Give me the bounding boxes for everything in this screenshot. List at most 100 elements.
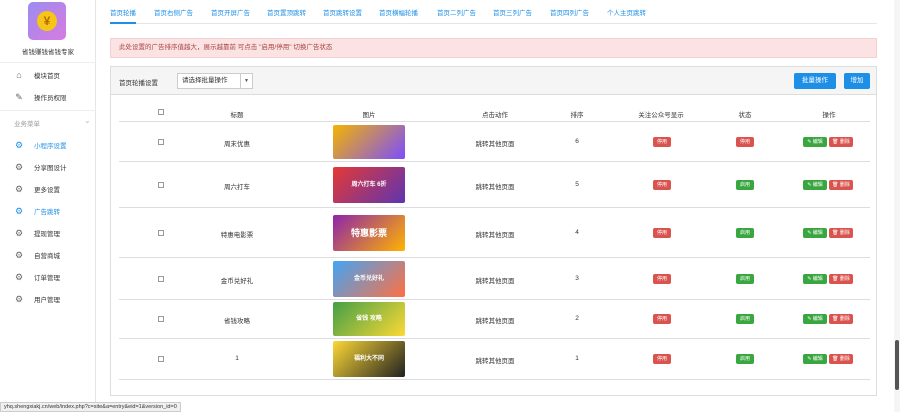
divider (0, 62, 96, 63)
tab-10[interactable]: 个人主页跳转 (607, 7, 646, 17)
sidebar-item-label: 广告跳转 (34, 208, 60, 216)
row-action: 跳转其他页面 (475, 231, 515, 239)
row-action: 跳转其他页面 (475, 318, 515, 325)
carousel-panel: 首页轮播设置 请选择批量操作 ▼ 批量操作 增加 标题 图片 点击动作 排序 关… (110, 66, 877, 396)
delete-button[interactable]: 🗑 删除 (829, 227, 853, 238)
sidebar-item-permissions[interactable]: ✎ 操作员权限 (0, 86, 96, 107)
row-sort: 2 (575, 315, 579, 322)
select-all-checkbox[interactable] (158, 109, 164, 115)
status-toggle-button[interactable]: 启用 (736, 227, 754, 238)
sidebar-item-8[interactable]: ⚙ 用户管理 (0, 288, 96, 309)
row-sort: 5 (575, 180, 579, 188)
gear-icon: ⚙ (14, 205, 24, 216)
panel-title: 首页轮播设置 (119, 80, 158, 87)
follow-toggle-button[interactable]: 停用 (653, 137, 671, 147)
status-toggle-button[interactable]: 启用 (736, 179, 754, 190)
banner-image: 周六打车 6折 (333, 166, 405, 203)
sidebar-item-label: 小程序设置 (34, 142, 67, 150)
row-title: 1 (235, 355, 239, 362)
sidebar-item-label: 自营商城 (34, 252, 60, 260)
status-toggle-button[interactable]: 启用 (736, 314, 754, 324)
sidebar-item-label: 更多设置 (34, 186, 60, 194)
col-header-follow: 关注公众号显示 (638, 112, 684, 119)
delete-button[interactable]: 🗑 删除 (829, 273, 853, 284)
col-header-sort: 排序 (570, 112, 584, 119)
follow-toggle-button[interactable]: 停用 (653, 273, 671, 284)
section-label: 业务菜单 (14, 121, 40, 128)
edit-icon: ✎ (15, 91, 23, 102)
row-checkbox[interactable] (158, 316, 164, 322)
sidebar-item-1[interactable]: ⚙ 小程序设置 (0, 134, 96, 155)
row-title: 金币兑好礼 (220, 277, 254, 285)
status-toggle-button[interactable]: 停用 (736, 137, 754, 147)
col-header-title: 标题 (230, 112, 244, 119)
tab-2[interactable]: 首页右侧广告 (154, 7, 193, 17)
home-icon: ⌂ (16, 69, 22, 80)
row-checkbox[interactable] (158, 275, 164, 282)
sidebar-item-2[interactable]: ⚙ 分享图设计 (0, 156, 96, 177)
delete-button[interactable]: 🗑 删除 (829, 354, 853, 364)
brand-name: 省钱赚钱省钱专家 (22, 49, 74, 56)
edit-button[interactable]: ✎ 编辑 (803, 179, 827, 190)
sidebar-item-label: 操作员权限 (34, 94, 67, 102)
row-checkbox[interactable] (158, 139, 164, 145)
row-action: 跳转其他页面 (475, 141, 515, 148)
banner-image: 特惠影票 (333, 214, 405, 251)
follow-toggle-button[interactable]: 停用 (653, 314, 671, 324)
delete-button[interactable]: 🗑 删除 (829, 179, 853, 190)
edit-button[interactable]: ✎ 编辑 (803, 227, 827, 238)
status-toggle-button[interactable]: 启用 (736, 273, 754, 284)
sidebar-item-5[interactable]: ⚙ 提现管理 (0, 222, 96, 243)
sidebar-item-3[interactable]: ⚙ 更多设置 (0, 178, 96, 199)
col-header-operations: 操作 (822, 112, 836, 119)
sidebar-item-6[interactable]: ⚙ 自营商城 (0, 244, 96, 265)
row-divider (119, 338, 870, 339)
add-button[interactable]: 增加 (844, 73, 870, 89)
chevron-down-icon: ▼ (240, 74, 252, 88)
divider (0, 110, 96, 111)
row-title: 省钱攻略 (224, 318, 250, 325)
gear-icon: ⚙ (14, 183, 24, 194)
banner-image: 福利大不同 (333, 341, 405, 377)
follow-toggle-button[interactable]: 停用 (653, 179, 671, 190)
status-toggle-button[interactable]: 启用 (736, 354, 754, 364)
row-title: 周末优惠 (224, 141, 250, 148)
tab-5[interactable]: 首页跳转设置 (323, 7, 362, 17)
chevron-down-icon[interactable]: ⌄ (84, 116, 91, 125)
follow-toggle-button[interactable]: 停用 (653, 354, 671, 364)
edit-button[interactable]: ✎ 编辑 (803, 354, 827, 364)
row-checkbox[interactable] (158, 356, 164, 362)
tab-1[interactable]: 首页轮播 (110, 7, 136, 24)
gear-icon: ⚙ (14, 271, 24, 282)
edit-button[interactable]: ✎ 编辑 (803, 273, 827, 284)
edit-button[interactable]: ✎ 编辑 (803, 137, 827, 147)
follow-toggle-button[interactable]: 停用 (653, 227, 671, 238)
scrollbar-thumb[interactable] (895, 340, 899, 390)
row-checkbox[interactable] (158, 229, 164, 236)
delete-button[interactable]: 🗑 删除 (829, 314, 853, 324)
batch-operate-button[interactable]: 批量操作 (794, 73, 836, 89)
tab-8[interactable]: 首页三列广告 (493, 7, 532, 17)
sidebar-item-label: 订单管理 (34, 274, 60, 282)
edit-button[interactable]: ✎ 编辑 (803, 314, 827, 324)
row-checkbox[interactable] (158, 181, 164, 188)
row-action: 跳转其他页面 (475, 277, 515, 285)
gear-icon: ⚙ (14, 293, 24, 304)
tab-3[interactable]: 首页开屏广告 (211, 7, 250, 17)
tab-7[interactable]: 首页二列广告 (437, 7, 476, 17)
banner-image: 金币兑好礼 (333, 260, 405, 297)
delete-button[interactable]: 🗑 删除 (829, 137, 853, 147)
row-divider (119, 379, 870, 380)
sidebar-item-7[interactable]: ⚙ 订单管理 (0, 266, 96, 287)
batch-select[interactable]: 请选择批量操作 ▼ (177, 73, 253, 89)
row-sort: 1 (575, 355, 579, 362)
row-sort: 3 (575, 274, 579, 282)
sidebar: ¥ 省钱赚钱省钱专家 ⌂ 模块首页 ✎ 操作员权限 业务菜单 ⌄ ⚙ 小程序设置 ⚙… (0, 0, 96, 412)
sidebar-item-4[interactable]: ⚙ 广告跳转 (0, 200, 96, 221)
tab-9[interactable]: 首页四列广告 (550, 7, 589, 17)
row-divider (119, 299, 870, 300)
tab-6[interactable]: 首页横幅轮播 (379, 7, 418, 17)
tab-4[interactable]: 首页置顶跳转 (267, 7, 306, 17)
sidebar-item-label: 用户管理 (34, 296, 60, 304)
sidebar-item-home[interactable]: ⌂ 模块首页 (0, 64, 96, 85)
